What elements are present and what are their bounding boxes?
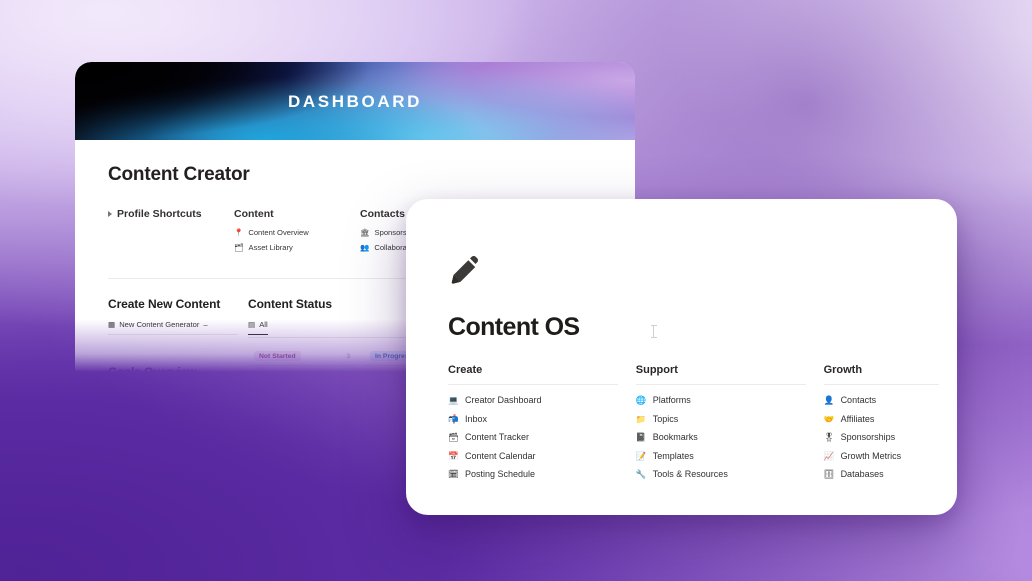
page-title: Content OS — [448, 313, 580, 341]
list-item[interactable]: 🔧 Tools & Resources — [636, 468, 824, 481]
view-label: All — [259, 320, 268, 329]
list-item-label: Growth Metrics — [840, 450, 902, 461]
briefcase-icon: 🗂 — [234, 242, 244, 252]
people-icon: 👥 — [360, 242, 370, 252]
list-item[interactable]: 🤝 Affiliates — [824, 413, 957, 426]
page-title: Content Creator — [108, 164, 250, 185]
shortcut-column-header[interactable]: Profile Shortcuts — [108, 208, 234, 220]
folder-icon: 📁 — [635, 413, 647, 424]
create-new-content-heading: Create New Content — [108, 297, 221, 311]
shortcut-item-label: Sponsors — [374, 228, 407, 237]
kanban-card[interactable]: 🐦 Helpful Videos Thread December 31, 202… — [248, 370, 356, 372]
list-item-label: Creator Dashboard — [465, 395, 542, 405]
list-item[interactable]: 📁 Topics — [636, 413, 824, 426]
list-item[interactable]: 🗓 Posting Schedule — [448, 468, 636, 481]
dashboard-banner-title: DASHBOARD — [288, 92, 422, 111]
list-item-label: Inbox — [465, 413, 488, 424]
shortcut-column-header: Content — [234, 208, 274, 220]
list-item[interactable]: 📝 Templates — [636, 450, 824, 463]
content-os-columns: Create 💻 Creator Dashboard 📬 Inbox 🗃 Con… — [448, 364, 957, 487]
column-growth: Growth 👤 Contacts 🤝 Affiliates 🎖 Sponsor… — [823, 364, 957, 487]
content-os-card[interactable]: Content OS Create 💻 Creator Dashboard 📬 … — [406, 199, 957, 515]
database-icon: 🗄 — [823, 469, 835, 480]
list-item-label: Platforms — [652, 395, 691, 405]
content-status-view-all[interactable]: ▤ All — [248, 320, 268, 335]
grid-icon: 🗓 — [448, 469, 459, 480]
list-item[interactable]: 🌐 Platforms — [636, 394, 824, 407]
column-support: Support 🌐 Platforms 📁 Topics 📓 Bookmarks — [635, 364, 824, 487]
list-item[interactable]: 📬 Inbox — [448, 413, 636, 426]
column-header: Support — [635, 364, 806, 385]
list-item-label: Templates — [652, 450, 694, 461]
shortcut-column-label: Profile Shortcuts — [117, 208, 202, 220]
view-label: New Content Generator — [119, 320, 200, 329]
list-item-label: Contacts — [840, 395, 877, 405]
building-icon: 🏛 — [360, 227, 370, 237]
pencil-icon — [451, 255, 478, 284]
kanban-column-not-started: Not Started 3 🐦 Helpful Videos Thread De… — [248, 347, 356, 372]
dashboard-left-column: Create New Content ▦ New Content Generat… — [108, 297, 248, 372]
badge-icon: 🎖 — [823, 432, 835, 443]
book-icon: 📓 — [635, 432, 647, 443]
wrench-icon: 🔧 — [635, 469, 647, 480]
status-badge: Not Started — [254, 351, 301, 361]
inbox-icon: 📬 — [448, 413, 459, 424]
list-item-label: Topics — [652, 413, 679, 424]
shortcut-item-label: Asset Library — [248, 243, 293, 252]
checklist-icon: 📝 — [635, 450, 647, 461]
list-item-label: Affiliates — [840, 413, 875, 424]
content-os-body: Content OS Create 💻 Creator Dashboard 📬 … — [406, 199, 957, 515]
list-item[interactable]: 📓 Bookmarks — [636, 431, 824, 444]
table-icon: ▦ — [108, 320, 116, 329]
list-item-label: Content Calendar — [465, 450, 536, 461]
list-item-label: Content Tracker — [465, 432, 530, 443]
kanban-column-header[interactable]: Not Started 3 — [248, 347, 356, 366]
screenshot-stage: DASHBOARD Content Creator Profile Shortc… — [0, 0, 1032, 581]
chart-icon: 📈 — [823, 450, 835, 461]
list-item[interactable]: 💻 Creator Dashboard — [448, 394, 636, 407]
column-header: Growth — [823, 364, 940, 385]
chevron-right-icon — [108, 211, 112, 217]
list-item[interactable]: 📅 Content Calendar — [448, 450, 636, 463]
list-item-label: Databases — [840, 469, 884, 480]
list-item-label: Bookmarks — [652, 432, 698, 443]
dashboard-banner: DASHBOARD — [75, 62, 635, 140]
list-item-label: Sponsorships — [840, 432, 896, 443]
shortcut-column-profile: Profile Shortcuts — [108, 208, 234, 258]
shortcut-column-content: Content 📍 Content Overview 🗂 Asset Libra… — [234, 208, 360, 258]
column-header: Create — [448, 364, 618, 385]
goals-overview-heading: Goals Overview — [108, 365, 197, 372]
list-item[interactable]: 🗄 Databases — [824, 468, 957, 481]
table-icon: 🗃 — [448, 432, 459, 443]
chevron-down-icon: – — [203, 320, 208, 329]
list-item[interactable]: 📈 Growth Metrics — [824, 450, 957, 463]
pin-icon: 📍 — [234, 227, 244, 237]
person-icon: 👤 — [823, 395, 835, 406]
handshake-icon: 🤝 — [823, 413, 835, 424]
globe-icon: 🌐 — [635, 395, 647, 406]
list-item[interactable]: 👤 Contacts — [824, 394, 957, 407]
board-icon: ▤ — [248, 320, 256, 329]
list-item[interactable]: 🗃 Content Tracker — [448, 431, 636, 444]
text-cursor-icon — [650, 325, 657, 338]
column-create: Create 💻 Creator Dashboard 📬 Inbox 🗃 Con… — [448, 364, 636, 487]
list-item-label: Posting Schedule — [465, 469, 536, 480]
new-content-generator-view[interactable]: ▦ New Content Generator – — [108, 320, 238, 334]
calendar-icon: 📅 — [448, 450, 459, 461]
laptop-icon: 💻 — [448, 395, 459, 406]
shortcut-item[interactable]: 📍 Content Overview — [234, 228, 360, 237]
kanban-column-count: 3 — [346, 352, 350, 360]
list-item[interactable]: 🎖 Sponsorships — [824, 431, 957, 444]
shortcut-item-label: Content Overview — [248, 228, 309, 237]
list-item-label: Tools & Resources — [652, 469, 728, 480]
shortcut-item[interactable]: 🗂 Asset Library — [234, 243, 360, 252]
